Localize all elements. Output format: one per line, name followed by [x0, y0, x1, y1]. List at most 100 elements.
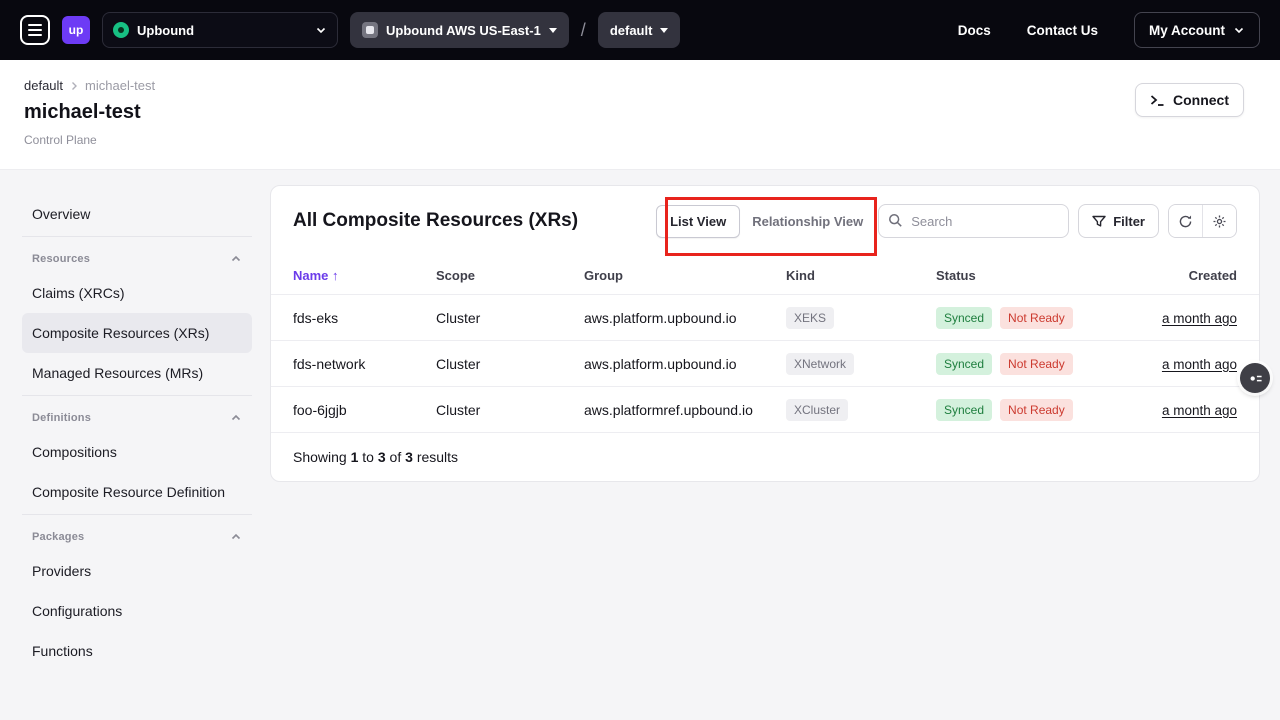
- hamburger-icon: [28, 24, 42, 26]
- table-header-row: Name ↑ Scope Group Kind Status Created: [271, 256, 1259, 294]
- sidebar-heading-resources[interactable]: Resources: [22, 241, 252, 273]
- control-plane-icon: [362, 22, 378, 38]
- not-ready-badge: Not Ready: [1000, 307, 1073, 329]
- group-switcher-label: default: [610, 23, 653, 38]
- column-header-scope[interactable]: Scope: [436, 268, 584, 283]
- filter-button[interactable]: Filter: [1078, 204, 1159, 238]
- my-account-label: My Account: [1149, 23, 1225, 38]
- cell-scope: Cluster: [436, 310, 584, 326]
- sidebar-heading-definitions[interactable]: Definitions: [22, 400, 252, 432]
- created-link[interactable]: a month ago: [1162, 311, 1237, 326]
- table-row[interactable]: foo-6jgjb Cluster aws.platformref.upboun…: [271, 386, 1259, 432]
- search-box: [878, 204, 1069, 238]
- synced-badge: Synced: [936, 399, 992, 421]
- chevron-up-icon: [230, 412, 242, 424]
- cell-scope: Cluster: [436, 356, 584, 372]
- chevron-right-icon: [69, 81, 79, 91]
- list-avatar-icon: [1248, 371, 1263, 386]
- cell-kind: XCluster: [786, 399, 936, 421]
- table-actions: [1168, 204, 1237, 238]
- table-row[interactable]: fds-eks Cluster aws.platform.upbound.io …: [271, 294, 1259, 340]
- column-header-group[interactable]: Group: [584, 268, 786, 283]
- filter-funnel-icon: [1092, 215, 1106, 228]
- sidebar-item-compositions[interactable]: Compositions: [22, 432, 252, 472]
- sidebar-section-resources: Resources Claims (XRCs) Composite Resour…: [22, 236, 252, 393]
- org-logo-icon: [113, 22, 129, 38]
- refresh-button[interactable]: [1169, 205, 1202, 237]
- page-header: default michael-test michael-test Contro…: [0, 60, 1280, 170]
- floating-panel-button[interactable]: [1240, 363, 1270, 393]
- caret-down-icon: [549, 28, 557, 33]
- my-account-button[interactable]: My Account: [1134, 12, 1260, 48]
- sidebar-item-providers[interactable]: Providers: [22, 551, 252, 591]
- cell-group: aws.platform.upbound.io: [584, 310, 786, 326]
- created-link[interactable]: a month ago: [1162, 403, 1237, 418]
- sidebar-item-managed-resources[interactable]: Managed Resources (MRs): [22, 353, 252, 393]
- search-icon: [888, 213, 903, 228]
- org-switcher-label: Upbound: [137, 23, 307, 38]
- sidebar-item-overview[interactable]: Overview: [22, 194, 252, 234]
- space-switcher-label: Upbound AWS US-East-1: [386, 23, 541, 38]
- search-input[interactable]: [878, 204, 1069, 238]
- view-toggle: List View Relationship View: [656, 205, 875, 238]
- kind-badge: XEKS: [786, 307, 834, 329]
- cell-group: aws.platformref.upbound.io: [584, 402, 786, 418]
- relationship-view-button[interactable]: Relationship View: [740, 206, 875, 237]
- not-ready-badge: Not Ready: [1000, 353, 1073, 375]
- chevron-up-icon: [230, 531, 242, 543]
- refresh-icon: [1178, 214, 1193, 229]
- sidebar-heading-packages[interactable]: Packages: [22, 519, 252, 551]
- breadcrumb: default michael-test: [24, 78, 1256, 93]
- breadcrumb-current: michael-test: [85, 78, 155, 93]
- cell-name: fds-network: [293, 356, 436, 372]
- column-header-name[interactable]: Name ↑: [293, 268, 436, 283]
- sidebar-section-packages: Packages Providers Configurations Functi…: [22, 514, 252, 671]
- chevron-down-icon: [315, 24, 327, 36]
- filter-label: Filter: [1113, 214, 1145, 229]
- path-separator: /: [581, 20, 586, 41]
- sidebar-item-xrd[interactable]: Composite Resource Definition: [22, 472, 252, 512]
- menu-button[interactable]: [20, 15, 50, 45]
- upbound-logo: up: [62, 16, 90, 44]
- cell-status: Synced Not Ready: [936, 399, 1119, 421]
- cell-group: aws.platform.upbound.io: [584, 356, 786, 372]
- breadcrumb-root[interactable]: default: [24, 78, 63, 93]
- space-switcher-dropdown[interactable]: Upbound AWS US-East-1: [350, 12, 569, 48]
- synced-badge: Synced: [936, 307, 992, 329]
- table-row[interactable]: fds-network Cluster aws.platform.upbound…: [271, 340, 1259, 386]
- sidebar: Overview Resources Claims (XRCs) Composi…: [0, 170, 270, 671]
- chevron-up-icon: [230, 253, 242, 265]
- results-summary: Showing 1 to 3 of 3 results: [271, 432, 1259, 481]
- gear-icon: [1212, 214, 1227, 229]
- created-link[interactable]: a month ago: [1162, 357, 1237, 372]
- group-switcher-dropdown[interactable]: default: [598, 12, 681, 48]
- column-header-kind[interactable]: Kind: [786, 268, 936, 283]
- terminal-icon: [1150, 94, 1165, 107]
- docs-link[interactable]: Docs: [958, 23, 991, 38]
- cell-scope: Cluster: [436, 402, 584, 418]
- connect-label: Connect: [1173, 92, 1229, 108]
- settings-button[interactable]: [1203, 205, 1236, 237]
- cell-kind: XEKS: [786, 307, 936, 329]
- caret-down-icon: [660, 28, 668, 33]
- column-header-created[interactable]: Created: [1119, 268, 1237, 283]
- connect-button[interactable]: Connect: [1135, 83, 1244, 117]
- contact-us-link[interactable]: Contact Us: [1027, 23, 1098, 38]
- column-header-status[interactable]: Status: [936, 268, 1119, 283]
- page-title: michael-test: [24, 101, 1256, 124]
- cell-kind: XNetwork: [786, 353, 936, 375]
- synced-badge: Synced: [936, 353, 992, 375]
- sidebar-item-composite-resources[interactable]: Composite Resources (XRs): [22, 313, 252, 353]
- sidebar-item-claims[interactable]: Claims (XRCs): [22, 273, 252, 313]
- page-subtitle: Control Plane: [24, 133, 1256, 147]
- sidebar-item-functions[interactable]: Functions: [22, 631, 252, 671]
- main-content: All Composite Resources (XRs) List View …: [270, 170, 1280, 482]
- card-title: All Composite Resources (XRs): [293, 210, 578, 232]
- sidebar-item-configurations[interactable]: Configurations: [22, 591, 252, 631]
- kind-badge: XCluster: [786, 399, 848, 421]
- org-switcher-dropdown[interactable]: Upbound: [102, 12, 338, 48]
- cell-status: Synced Not Ready: [936, 353, 1119, 375]
- chevron-down-icon: [1233, 24, 1245, 36]
- cell-name: foo-6jgjb: [293, 402, 436, 418]
- list-view-button[interactable]: List View: [656, 205, 740, 238]
